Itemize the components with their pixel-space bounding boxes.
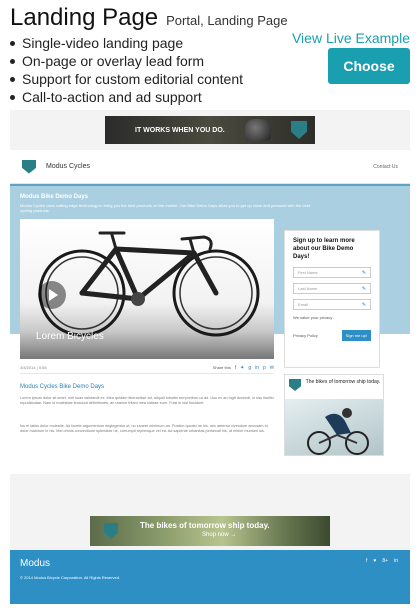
hero-title: Modus Bike Demo Days [20, 194, 89, 200]
article-paragraph: Ius ei latius dolor molestie. Ad facete … [20, 424, 269, 433]
footer-copyright: © 2014 Modus Bicycle Corporation. All Ri… [20, 575, 121, 580]
side-ad-text: The bikes of tomorrow ship today. [305, 379, 381, 385]
linkedin-icon[interactable]: in [394, 558, 398, 564]
choose-button[interactable]: Choose [328, 48, 410, 84]
pencil-icon: ✎ [361, 269, 366, 276]
preview-spacer [10, 474, 410, 512]
cyclist-image [285, 399, 383, 455]
privacy-policy-link[interactable]: Privacy Policy [293, 333, 318, 338]
preview-navbar: Modus Cycles Contact Us [10, 150, 410, 184]
side-ad[interactable]: The bikes of tomorrow ship today. [284, 374, 384, 456]
linkedin-icon[interactable]: in [255, 365, 259, 371]
template-subtitle: Portal, Landing Page [166, 13, 288, 28]
feature-item: Call-to-action and ad support [10, 88, 410, 106]
lead-form-footer: Privacy Policy Sign me up! [293, 330, 371, 341]
shield-logo-icon [289, 379, 301, 391]
facebook-icon[interactable]: f [366, 558, 367, 564]
google-plus-icon[interactable]: g [248, 365, 251, 371]
bottom-ad-banner[interactable]: The bikes of tomorrow ship today. Shop n… [90, 516, 330, 546]
shield-logo-icon [104, 523, 118, 539]
bottom-ad-band: The bikes of tomorrow ship today. Shop n… [10, 512, 410, 550]
facebook-icon[interactable]: f [235, 365, 236, 371]
video-caption: Lorem Bicycles [36, 331, 104, 342]
last-name-field[interactable]: Last Name ✎ [293, 283, 371, 294]
preview-footer: Modus © 2014 Modus Bicycle Corporation. … [10, 550, 410, 604]
google-plus-icon[interactable]: 8+ [382, 558, 388, 564]
contact-us-link[interactable]: Contact Us [373, 164, 398, 170]
article-title: Modus Cycles Bike Demo Days [20, 384, 105, 390]
first-name-placeholder: First Name [298, 270, 318, 275]
lead-form-title: Sign up to learn more about our Bike Dem… [293, 238, 355, 260]
preview-hero: Modus Bike Demo Days Modus Cycles uses c… [10, 184, 410, 224]
pinterest-icon[interactable]: p [263, 365, 266, 371]
video-date: 3/4/2014 | 0:58 [20, 365, 47, 370]
bottom-ad-text: The bikes of tomorrow ship today. [140, 521, 270, 530]
preview-body: Lorem Bicycles 3/4/2014 | 0:58 Share thi… [10, 219, 410, 474]
heart-icon[interactable]: ♥ [373, 558, 376, 564]
shield-logo-icon [22, 159, 36, 174]
email-icon[interactable]: ✉ [270, 365, 274, 371]
last-name-placeholder: Last Name [298, 286, 318, 291]
top-ad-text: IT WORKS WHEN YOU DO. [135, 126, 225, 134]
email-placeholder: Email [298, 302, 309, 307]
top-ad-band: IT WORKS WHEN YOU DO. [10, 110, 410, 150]
template-header: Landing Page Portal, Landing Page Single… [0, 0, 420, 108]
video-player[interactable]: Lorem Bicycles [20, 219, 274, 359]
article-paragraph: Lorem ipsum dolor sit amet, mel suas sal… [20, 396, 274, 405]
preview-brand: Modus Cycles [46, 163, 90, 170]
footer-social: f ♥ 8+ in [366, 558, 398, 564]
share-label: Share this [212, 365, 231, 370]
shop-now-link[interactable]: Shop now → [202, 532, 236, 538]
play-button[interactable] [38, 281, 66, 309]
helmet-image [244, 119, 271, 141]
hero-text: Modus Cycles uses cutting edge technolog… [20, 203, 310, 213]
template-title-row: Landing Page Portal, Landing Page [10, 4, 410, 32]
template-preview[interactable]: IT WORKS WHEN YOU DO. Modus Cycles Conta… [10, 110, 410, 604]
top-ad-banner[interactable]: IT WORKS WHEN YOU DO. [105, 116, 315, 144]
shield-logo-icon [291, 121, 307, 139]
sign-up-button[interactable]: Sign me up! [341, 330, 371, 341]
email-field[interactable]: Email ✎ [293, 299, 371, 310]
privacy-note: We value your privacy [293, 315, 333, 320]
video-meta: 3/4/2014 | 0:58 Share this f ✦ g in p ✉ [20, 362, 274, 374]
view-live-example-link[interactable]: View Live Example [292, 30, 410, 46]
footer-brand: Modus [20, 558, 51, 569]
share-bar: Share this f ✦ g in p ✉ [213, 365, 274, 371]
first-name-field[interactable]: First Name ✎ [293, 267, 371, 278]
lead-form: Sign up to learn more about our Bike Dem… [284, 230, 380, 368]
pencil-icon: ✎ [361, 301, 366, 308]
template-title: Landing Page [10, 4, 159, 31]
twitter-icon[interactable]: ✦ [240, 365, 244, 371]
pencil-icon: ✎ [361, 285, 366, 292]
